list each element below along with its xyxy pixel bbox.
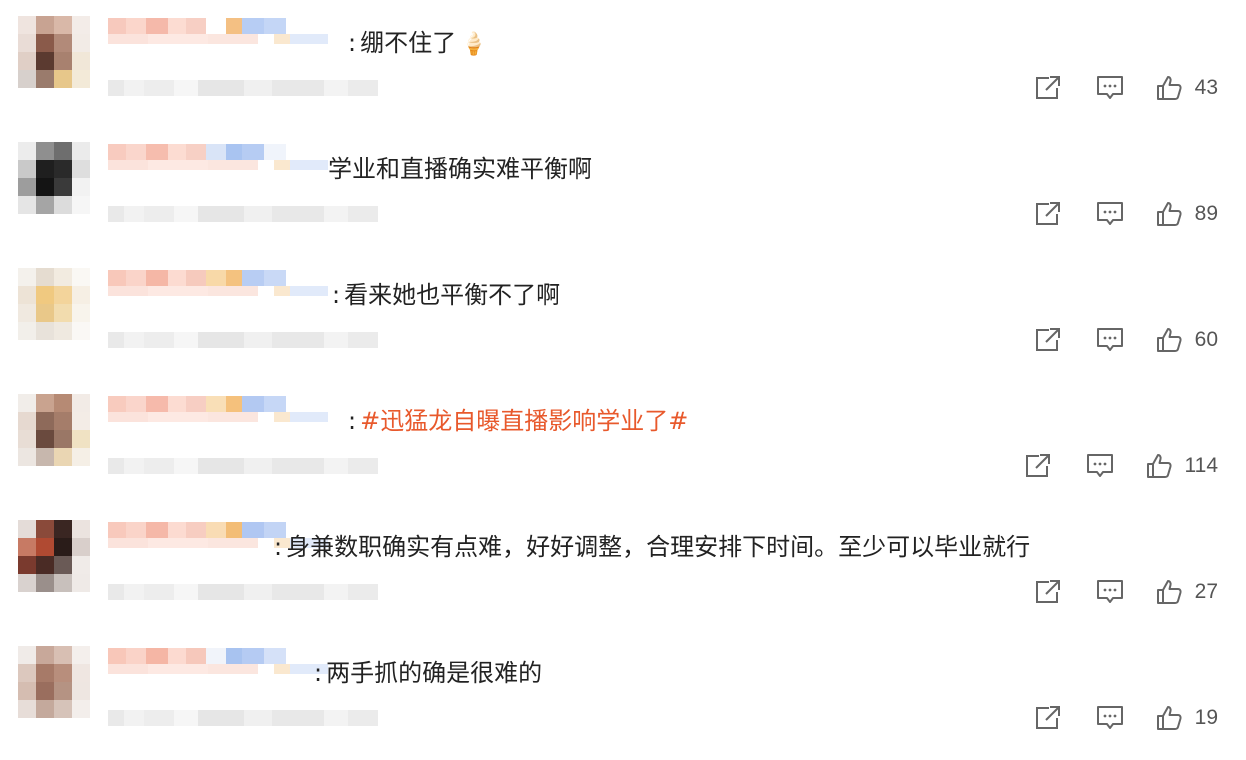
share-button[interactable] [1017, 702, 1079, 734]
comment-text: : 身兼数职确实有点难，好好调整，合理安排下时间。至少可以毕业就行 [274, 532, 1030, 562]
username-blur [108, 34, 348, 66]
thumbs-up-icon [1155, 74, 1183, 102]
timestamp-blur [108, 332, 378, 348]
avatar[interactable] [18, 520, 90, 592]
comment-body: 身兼数职确实有点难，好好调整，合理安排下时间。至少可以毕业就行 [286, 533, 1031, 561]
like-count: 89 [1194, 202, 1218, 225]
colon-separator: : [348, 29, 357, 57]
colon-separator: : [274, 533, 283, 561]
comment-body: 看来她也平衡不了啊 [344, 281, 561, 309]
reply-button[interactable] [1079, 702, 1141, 734]
reply-button[interactable] [1079, 576, 1141, 608]
thumbs-up-icon [1155, 578, 1183, 606]
timestamp-blur [108, 80, 378, 96]
avatar[interactable] [18, 646, 90, 718]
thumbs-up-icon [1155, 200, 1183, 228]
like-button[interactable]: 43 [1155, 74, 1218, 102]
like-count: 19 [1194, 706, 1218, 729]
comment-item: : 绷不住了 🍦 43 [0, 4, 1246, 130]
comment-list: : 绷不住了 🍦 43 学业和直播确实难平衡啊 89: 看来她也平衡不了啊 60: #迅猛龙自曝… [0, 0, 1246, 758]
avatar[interactable] [18, 394, 90, 466]
colon-separator: : [314, 659, 323, 687]
thumbs-up-icon [1145, 452, 1173, 480]
comment-actions: 43 [1017, 72, 1218, 104]
timestamp-blur [108, 710, 378, 726]
username-blur [108, 286, 348, 318]
share-button[interactable] [1007, 450, 1069, 482]
share-icon [1033, 326, 1063, 354]
comment-icon [1095, 74, 1125, 102]
share-button[interactable] [1017, 576, 1079, 608]
comment-item: : 两手抓的确是很难的 19 [0, 634, 1246, 760]
reply-button[interactable] [1079, 198, 1141, 230]
share-icon [1033, 200, 1063, 228]
like-button[interactable]: 114 [1145, 452, 1218, 480]
timestamp-blur [108, 584, 378, 600]
avatar[interactable] [18, 16, 90, 88]
reply-button[interactable] [1069, 450, 1131, 482]
comment-body: 两手抓的确是很难的 [326, 659, 543, 687]
thumbs-up-icon [1155, 704, 1183, 732]
like-count: 43 [1194, 76, 1218, 99]
comment-text: : #迅猛龙自曝直播影响学业了# [348, 406, 688, 436]
comment-icon [1095, 704, 1125, 732]
like-button[interactable]: 89 [1155, 200, 1218, 228]
comment-text: : 看来她也平衡不了啊 [332, 280, 560, 310]
reply-button[interactable] [1079, 324, 1141, 356]
comment-item: 学业和直播确实难平衡啊 89 [0, 130, 1246, 256]
comment-actions: 60 [1017, 324, 1218, 356]
comment-body: 学业和直播确实难平衡啊 [328, 155, 592, 183]
avatar[interactable] [18, 142, 90, 214]
comment-text: : 两手抓的确是很难的 [314, 658, 542, 688]
comment-body: 绷不住了 [360, 29, 457, 57]
like-button[interactable]: 60 [1155, 326, 1218, 354]
comment-actions: 19 [1017, 702, 1218, 734]
comment-item: : 看来她也平衡不了啊 60 [0, 256, 1246, 382]
comment-text: 学业和直播确实难平衡啊 [328, 154, 592, 184]
share-icon [1033, 704, 1063, 732]
comment-actions: 89 [1017, 198, 1218, 230]
timestamp-blur [108, 206, 378, 222]
like-count: 114 [1184, 454, 1218, 477]
like-count: 60 [1194, 328, 1218, 351]
share-icon [1033, 74, 1063, 102]
username-blur [108, 160, 348, 192]
username-blur [108, 412, 348, 444]
share-button[interactable] [1017, 324, 1079, 356]
comment-icon [1095, 578, 1125, 606]
share-icon [1033, 578, 1063, 606]
like-count: 27 [1194, 580, 1218, 603]
timestamp-blur [108, 458, 378, 474]
thumbs-up-icon [1155, 326, 1183, 354]
like-button[interactable]: 27 [1155, 578, 1218, 606]
colon-separator: : [332, 281, 341, 309]
comment-icon [1095, 326, 1125, 354]
comment-icon [1095, 200, 1125, 228]
topic-link[interactable]: #迅猛龙自曝直播影响学业了# [360, 407, 688, 435]
username-blur [108, 664, 348, 696]
like-button[interactable]: 19 [1155, 704, 1218, 732]
colon-separator: : [348, 407, 357, 435]
comment-item: : #迅猛龙自曝直播影响学业了# 114 [0, 382, 1246, 508]
comment-icon [1085, 452, 1115, 480]
avatar[interactable] [18, 268, 90, 340]
comment-actions: 27 [1017, 576, 1218, 608]
share-button[interactable] [1017, 198, 1079, 230]
comment-text: : 绷不住了 🍦 [348, 28, 488, 60]
share-button[interactable] [1017, 72, 1079, 104]
comment-actions: 114 [1007, 450, 1218, 482]
ice-cream-emoji-icon: 🍦 [460, 32, 488, 57]
share-icon [1023, 452, 1053, 480]
comment-item: : 身兼数职确实有点难，好好调整，合理安排下时间。至少可以毕业就行 27 [0, 508, 1246, 634]
reply-button[interactable] [1079, 72, 1141, 104]
